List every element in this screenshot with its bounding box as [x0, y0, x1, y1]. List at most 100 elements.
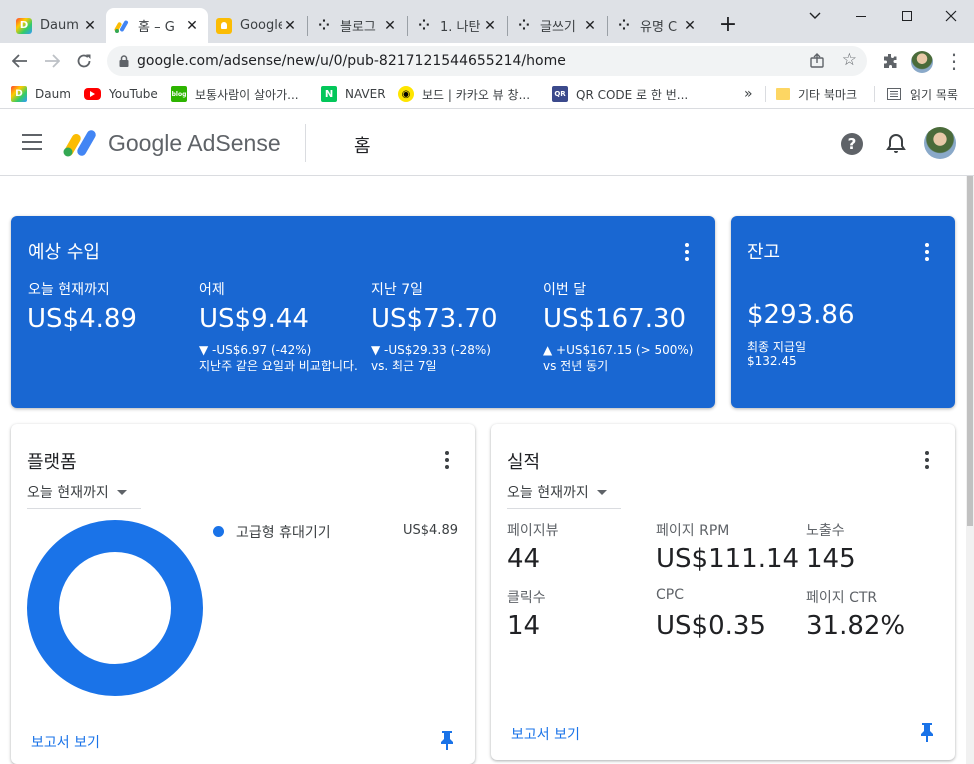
browser-tab[interactable]: ⁘ 글쓰기 ✕ [508, 8, 606, 43]
metric-change: ▼ -US$6.97 (-42%) [199, 343, 312, 357]
bookmark-blog[interactable]: blog 보통사람이 살아가... [171, 84, 299, 104]
close-tab-icon[interactable]: ✕ [184, 18, 200, 34]
bookmark-naver[interactable]: N NAVER [321, 84, 386, 104]
reload-icon[interactable] [72, 49, 96, 73]
new-tab-button[interactable]: + [716, 14, 740, 38]
tab-title: 1. 나탄 [440, 20, 481, 35]
date-range-dropdown[interactable]: 오늘 현재까지 [507, 482, 621, 509]
hamburger-menu-icon[interactable] [22, 134, 42, 150]
legend-dot-icon [213, 526, 224, 537]
account-avatar[interactable] [924, 127, 956, 159]
tab-search-icon[interactable] [792, 0, 838, 32]
more-vert-icon[interactable] [915, 448, 939, 472]
metric-value: US$73.70 [371, 304, 498, 334]
view-report-link[interactable]: 보고서 보기 [31, 732, 100, 752]
close-tab-icon[interactable]: ✕ [82, 18, 98, 34]
extensions-icon[interactable] [878, 49, 902, 73]
platform-card: 플랫폼 오늘 현재까지 고급형 휴대기기 US$4.89 보고서 보기 [11, 424, 475, 764]
bookmarks-divider [765, 86, 766, 102]
daum-icon: D [16, 17, 32, 34]
minimize-icon[interactable] [838, 0, 884, 32]
tab-title: Daum [40, 18, 79, 33]
maximize-icon[interactable] [884, 0, 930, 32]
tab-title: 유명 C [640, 20, 678, 35]
last-payment-value: $132.45 [747, 354, 797, 368]
perf-label: 노출수 [806, 523, 845, 539]
close-tab-icon[interactable]: ✕ [382, 18, 398, 34]
page-title: 홈 [354, 136, 371, 157]
pin-icon[interactable] [439, 730, 455, 754]
header-divider [305, 124, 306, 162]
back-icon[interactable] [8, 49, 32, 73]
other-bookmarks-folder[interactable]: 기타 북마크 [776, 84, 857, 104]
perf-value: 145 [806, 544, 856, 574]
close-window-icon[interactable] [928, 0, 974, 32]
scrollbar-thumb[interactable] [967, 176, 973, 526]
close-tab-icon[interactable]: ✕ [482, 18, 498, 34]
notifications-bell-icon[interactable] [886, 133, 906, 159]
browser-tab[interactable]: ⁘ 유명 C ✕ [608, 8, 706, 43]
perf-value: 14 [507, 611, 541, 641]
more-vert-icon[interactable] [675, 240, 699, 264]
browser-tab-active[interactable]: 홈 – G ✕ [106, 8, 208, 43]
bookmark-label: 보드 | 카카오 뷰 창... [422, 87, 531, 102]
metric-value: US$167.30 [543, 304, 687, 334]
bookmarks-divider [874, 86, 875, 102]
browser-tab[interactable]: ⁘ 1. 나탄 ✕ [408, 8, 506, 43]
close-tab-icon[interactable]: ✕ [682, 18, 698, 34]
blog-icon: blog [171, 86, 187, 102]
pin-icon[interactable] [919, 722, 935, 746]
forward-icon[interactable] [40, 49, 64, 73]
estimated-earnings-card: 예상 수입 오늘 현재까지 US$4.89 어제 US$9.44 ▼ -US$6… [11, 216, 715, 408]
bookmark-label: NAVER [345, 87, 386, 101]
dropdown-caret-icon [596, 489, 607, 495]
close-tab-icon[interactable]: ✕ [282, 18, 298, 34]
tistory-icon: ⁘ [618, 17, 630, 34]
url-text: google.com/adsense/new/u/0/pub-821712154… [137, 53, 566, 69]
bookmark-star-icon[interactable]: ☆ [842, 52, 857, 69]
perf-value: US$0.35 [656, 611, 766, 641]
close-tab-icon[interactable]: ✕ [582, 18, 598, 34]
view-report-link[interactable]: 보고서 보기 [511, 724, 580, 744]
card-title: 플랫폼 [27, 452, 77, 473]
bookmark-label: 읽기 목록 [910, 87, 958, 102]
browser-tab[interactable]: D Daum ✕ [8, 8, 106, 43]
card-title: 예상 수입 [28, 242, 100, 263]
bookmark-label: QR CODE 로 한 번... [576, 87, 689, 102]
metric-label: 어제 [199, 282, 225, 298]
bookmark-qr[interactable]: QR QR CODE 로 한 번... [552, 84, 688, 104]
tistory-icon: ⁘ [418, 17, 430, 34]
balance-value: $293.86 [747, 300, 855, 330]
legend-label: 고급형 휴대기기 [236, 525, 331, 541]
browser-menu-icon[interactable]: ⋮ [942, 49, 966, 73]
adsense-icon [114, 18, 130, 34]
browser-tab[interactable]: ⁘ 블로그 ✕ [308, 8, 406, 43]
perf-label: 페이지 RPM [656, 523, 730, 539]
tistory-icon: ⁘ [318, 17, 330, 34]
tab-title: 블로그 [340, 20, 376, 35]
bookmark-label: YouTube [109, 87, 158, 101]
bookmark-daum[interactable]: D Daum [11, 84, 71, 104]
date-range-dropdown[interactable]: 오늘 현재까지 [27, 482, 141, 509]
more-vert-icon[interactable] [435, 448, 459, 472]
bookmark-youtube[interactable]: YouTube [84, 84, 158, 104]
perf-label: 페이지뷰 [507, 523, 559, 539]
metric-compare: 지난주 같은 요일과 비교합니다. [199, 359, 358, 373]
metric-change: ▲ +US$167.15 (> 500%) [543, 343, 694, 357]
address-bar[interactable]: google.com/adsense/new/u/0/pub-821712154… [107, 46, 867, 76]
card-title: 실적 [507, 452, 541, 473]
help-icon[interactable]: ? [841, 133, 863, 155]
reading-list-button[interactable]: 읽기 목록 [886, 84, 958, 104]
card-title: 잔고 [747, 242, 781, 263]
browser-tab[interactable]: Google ✕ [208, 8, 306, 43]
bookmark-label: 기타 북마크 [798, 87, 858, 102]
google-keep-icon [216, 17, 232, 34]
metric-compare: vs. 최근 7일 [371, 359, 437, 373]
naver-icon: N [321, 86, 337, 102]
more-vert-icon[interactable] [915, 240, 939, 264]
bookmarks-overflow-button[interactable]: » [744, 84, 753, 104]
bookmark-kakao-view[interactable]: ◉ 보드 | 카카오 뷰 창... [398, 84, 530, 104]
tab-title: 글쓰기 [540, 20, 576, 35]
profile-avatar[interactable] [911, 51, 933, 73]
share-icon[interactable] [809, 53, 825, 69]
